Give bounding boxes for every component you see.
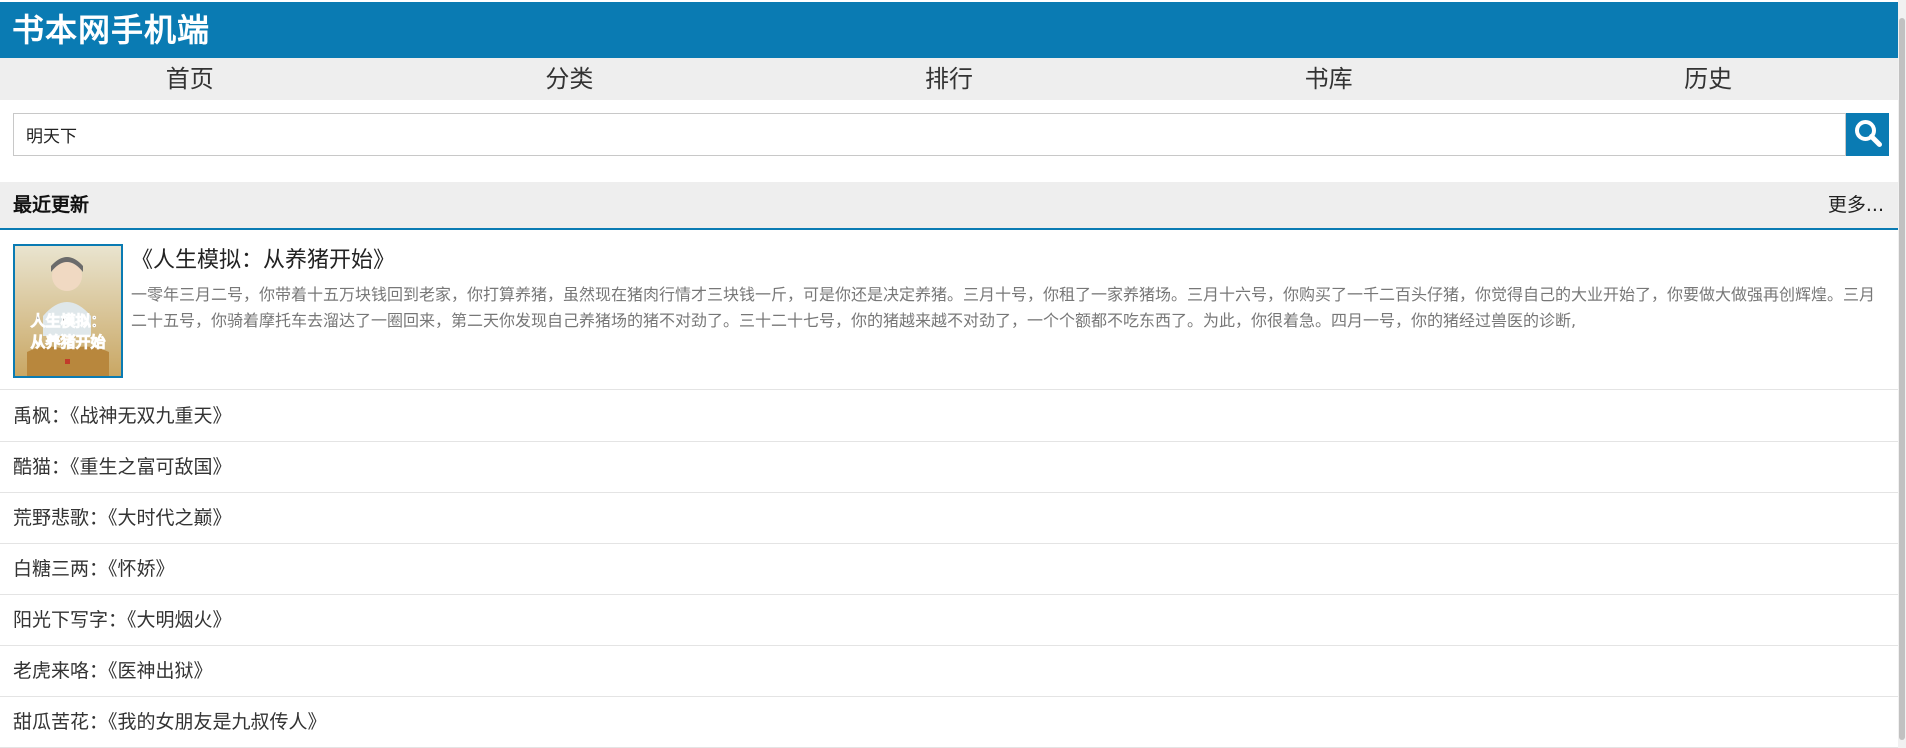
search-bar: [13, 113, 1889, 156]
search-icon: [1853, 118, 1883, 151]
featured-book-description: 一零年三月二号，你带着十五万块钱回到老家，你打算养猪，虽然现在猪肉行情才三块钱一…: [131, 285, 1876, 330]
site-title[interactable]: 书本网手机端: [12, 10, 210, 50]
list-item[interactable]: 酷猫：《重生之富可敌国》: [0, 442, 1898, 493]
list-item[interactable]: 老虎来咯：《医神出狱》: [0, 646, 1898, 697]
scrollbar-thumb[interactable]: [1899, 18, 1905, 740]
book-cover[interactable]: 人生模拟： 从养猪开始: [13, 244, 123, 378]
content: 书本网手机端 首页 分类 排行 书库 历史 最近更新 更多...: [0, 0, 1898, 748]
nav-bar: 首页 分类 排行 书库 历史: [0, 58, 1898, 100]
list-item[interactable]: 阳光下写字：《大明烟火》: [0, 595, 1898, 646]
featured-book: 人生模拟： 从养猪开始 《人生模拟：从养猪开始》 一零年三月二号，你带着十五万块…: [0, 232, 1898, 390]
more-link[interactable]: 更多...: [1828, 182, 1884, 228]
nav-item-categories[interactable]: 分类: [380, 58, 760, 100]
list-item[interactable]: 禹枫：《战神无双九重天》: [0, 391, 1898, 442]
nav-item-home[interactable]: 首页: [0, 58, 380, 100]
site-header: 书本网手机端: [0, 2, 1898, 58]
nav-item-history[interactable]: 历史: [1518, 58, 1898, 100]
section-title: 最近更新: [13, 194, 90, 216]
section-header: 最近更新 更多...: [0, 182, 1898, 230]
search-button[interactable]: [1846, 113, 1889, 156]
list-item[interactable]: 甜瓜苦花：《我的女朋友是九叔传人》: [0, 697, 1898, 748]
list-item[interactable]: 白糖三两：《怀娇》: [0, 544, 1898, 595]
scrollbar[interactable]: [1898, 0, 1906, 748]
page: 书本网手机端 首页 分类 排行 书库 历史 最近更新 更多...: [0, 0, 1906, 748]
update-list: 禹枫：《战神无双九重天》 酷猫：《重生之富可敌国》 荒野悲歌：《大时代之巅》 白…: [0, 391, 1898, 748]
cover-title-line2: 从养猪开始: [30, 333, 105, 351]
featured-book-title[interactable]: 《人生模拟：从养猪开始》: [131, 246, 395, 276]
nav-item-rankings[interactable]: 排行: [759, 58, 1139, 100]
list-item[interactable]: 荒野悲歌：《大时代之巅》: [0, 493, 1898, 544]
nav-item-library[interactable]: 书库: [1139, 58, 1519, 100]
search-input[interactable]: [13, 113, 1846, 156]
cover-title-line1: 人生模拟：: [30, 312, 105, 330]
